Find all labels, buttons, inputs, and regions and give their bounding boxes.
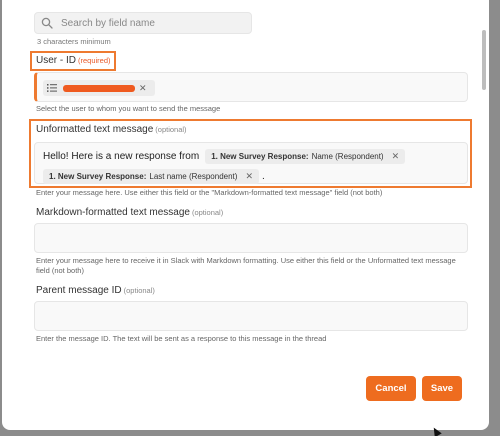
pill-field: Last name (Respondent) <box>149 171 238 181</box>
search-icon <box>41 17 53 29</box>
pill-source: 1. New Survey Response: <box>211 151 309 161</box>
pill-source: 1. New Survey Response: <box>49 171 147 181</box>
message-line-2: 1. New Survey Response: Last name (Respon… <box>43 168 459 184</box>
user-id-help: Select the user to whom you want to send… <box>36 104 221 113</box>
message-suffix: . <box>261 170 265 182</box>
variable-pill-last-name[interactable]: 1. New Survey Response: Last name (Respon… <box>43 168 259 184</box>
field-settings-modal: Search by field name 3 characters minimu… <box>2 0 489 430</box>
remove-user-icon[interactable]: ✕ <box>139 83 147 94</box>
optional-tag: (optional) <box>123 286 155 295</box>
cancel-button[interactable]: Cancel <box>366 376 416 401</box>
save-button[interactable]: Save <box>422 376 462 401</box>
markdown-message-help: Enter your message here to receive it in… <box>36 256 456 275</box>
unformatted-message-label: Unformatted text message (optional) <box>36 124 187 135</box>
variable-pill-name[interactable]: 1. New Survey Response: Name (Respondent)… <box>205 148 406 164</box>
unformatted-label-text: Unformatted text message <box>36 124 154 135</box>
user-id-label-text: User - ID <box>36 55 76 66</box>
user-chip[interactable]: ✕ <box>43 80 155 96</box>
user-id-field[interactable]: ✕ <box>34 72 468 102</box>
list-icon <box>47 84 57 92</box>
remove-pill-icon[interactable]: ✕ <box>245 171 253 182</box>
markdown-message-label: Markdown-formatted text message (optional… <box>36 207 223 218</box>
markdown-label-text: Markdown-formatted text message <box>36 207 190 218</box>
search-hint: 3 characters minimum <box>37 37 111 46</box>
search-placeholder: Search by field name <box>61 17 155 29</box>
message-line-1: Hello! Here is a new response from 1. Ne… <box>43 148 459 164</box>
unformatted-message-field[interactable]: Hello! Here is a new response from 1. Ne… <box>34 142 468 184</box>
message-prefix: Hello! Here is a new response from <box>43 150 200 162</box>
unformatted-message-help: Enter your message here. Use either this… <box>36 188 383 197</box>
markdown-message-field[interactable] <box>34 223 468 253</box>
parent-message-id-help: Enter the message ID. The text will be s… <box>36 334 327 343</box>
scrollbar[interactable] <box>482 30 486 90</box>
redacted-user-name <box>63 84 135 92</box>
optional-tag: (optional) <box>191 208 224 217</box>
search-field[interactable]: Search by field name <box>34 12 252 34</box>
parent-message-id-label: Parent message ID (optional) <box>36 285 155 296</box>
pill-field: Name (Respondent) <box>311 151 384 161</box>
required-tag: (required) <box>78 56 111 65</box>
parent-label-text: Parent message ID <box>36 285 122 296</box>
remove-pill-icon[interactable]: ✕ <box>392 151 400 162</box>
optional-tag: (optional) <box>155 125 187 134</box>
user-id-label: User - ID (required) <box>36 55 111 66</box>
parent-message-id-field[interactable] <box>34 301 468 331</box>
